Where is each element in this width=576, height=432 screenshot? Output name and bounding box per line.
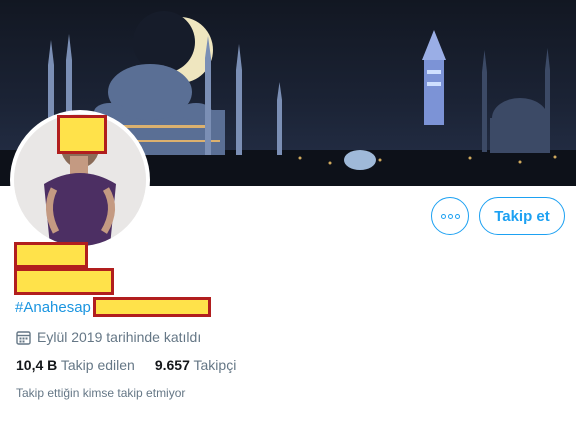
following-label: Takip edilen bbox=[60, 357, 135, 373]
profile-stats: 10,4 B Takip edilen 9.657 Takipçi bbox=[16, 357, 236, 373]
following-stat[interactable]: 10,4 B Takip edilen bbox=[16, 357, 135, 373]
redaction-bio bbox=[93, 297, 211, 317]
joined-date-text: Eylül 2019 tarihinde katıldı bbox=[37, 329, 202, 345]
joined-date: Eylül 2019 tarihinde katıldı bbox=[16, 329, 201, 345]
redaction-display-name bbox=[14, 242, 88, 268]
calendar-icon bbox=[16, 330, 31, 345]
more-options-button[interactable] bbox=[431, 197, 469, 235]
followers-stat[interactable]: 9.657 Takipçi bbox=[155, 357, 236, 373]
follow-button[interactable]: Takip et bbox=[479, 197, 565, 235]
bio-hashtag-link[interactable]: #Anahesap bbox=[15, 299, 91, 316]
redaction-username bbox=[14, 268, 114, 295]
redaction-face bbox=[57, 115, 107, 154]
more-options-icon bbox=[440, 213, 460, 219]
following-count: 10,4 B bbox=[16, 357, 58, 373]
followers-label: Takipçi bbox=[193, 357, 237, 373]
followers-count: 9.657 bbox=[154, 357, 190, 373]
followed-by-note: Takip ettiğin kimse takip etmiyor bbox=[16, 386, 186, 400]
